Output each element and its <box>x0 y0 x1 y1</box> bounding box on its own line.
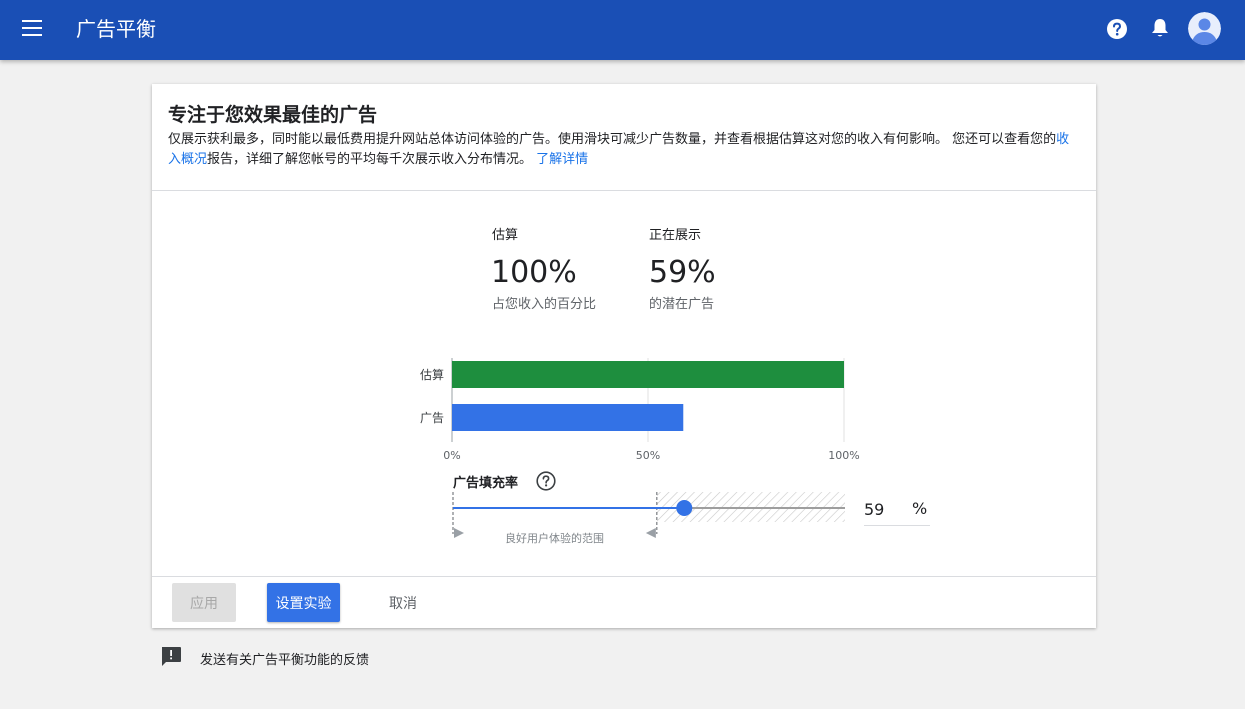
cancel-button[interactable]: 取消 <box>374 583 432 622</box>
revenue-bar-chart: 估算广告 0% 50% 100% <box>420 358 860 462</box>
category-label: 估算 <box>420 367 444 382</box>
estimate-label: 估算 <box>492 228 519 243</box>
showing-label: 正在展示 <box>649 228 702 243</box>
range-start-arrow <box>454 528 464 538</box>
tick-label: 50% <box>636 449 660 462</box>
showing-subtitle: 的潜在广告 <box>649 297 715 312</box>
apply-button[interactable]: 应用 <box>172 583 236 622</box>
good-experience-range-caption: 良好用户体验的范围 <box>505 532 604 545</box>
setup-experiment-button[interactable]: 设置实验 <box>267 583 340 622</box>
fill-rate-label: 广告填充率 <box>453 476 519 491</box>
notifications-icon[interactable] <box>1150 17 1170 39</box>
avatar[interactable] <box>1188 12 1221 45</box>
slider-thumb[interactable] <box>676 500 693 516</box>
range-end-arrow <box>645 528 656 538</box>
bar-1 <box>452 404 684 431</box>
bar-0 <box>452 361 844 388</box>
menu-icon[interactable] <box>22 20 42 36</box>
card-title: 专注于您效果最佳的广告 <box>168 104 378 126</box>
percent-sign: % <box>912 499 928 518</box>
app-bar: 广告平衡 <box>0 0 1245 60</box>
tick-label: 0% <box>443 449 460 462</box>
description-text-2: 报告，详细了解您帐号的平均每千次展示收入分布情况。 <box>207 152 533 167</box>
help-icon[interactable] <box>1106 18 1128 40</box>
feedback-label: 发送有关广告平衡功能的反馈 <box>200 653 370 668</box>
feedback-icon <box>160 646 182 668</box>
learn-more-link[interactable]: 了解详情 <box>536 152 588 167</box>
tick-label: 100% <box>828 449 859 462</box>
ad-balance-card: 专注于您效果最佳的广告 仅展示获利最多，同时能以最低费用提升网站总体访问体验的广… <box>152 84 1096 628</box>
card-description: 仅展示获利最多，同时能以最低费用提升网站总体访问体验的广告。使用滑块可减少广告数… <box>168 130 1080 170</box>
estimate-subtitle: 占您收入的百分比 <box>492 297 597 312</box>
estimate-value: 100% <box>491 255 577 290</box>
card-footer: 应用 设置实验 取消 <box>152 576 1096 628</box>
description-text: 仅展示获利最多，同时能以最低费用提升网站总体访问体验的广告。使用滑块可减少广告数… <box>168 132 1057 147</box>
app-title: 广告平衡 <box>76 17 156 41</box>
category-label: 广告 <box>420 411 444 425</box>
card-header: 专注于您效果最佳的广告 仅展示获利最多，同时能以最低费用提升网站总体访问体验的广… <box>152 84 1096 191</box>
showing-value: 59% <box>649 255 716 290</box>
fill-rate-help-icon[interactable] <box>536 471 556 491</box>
